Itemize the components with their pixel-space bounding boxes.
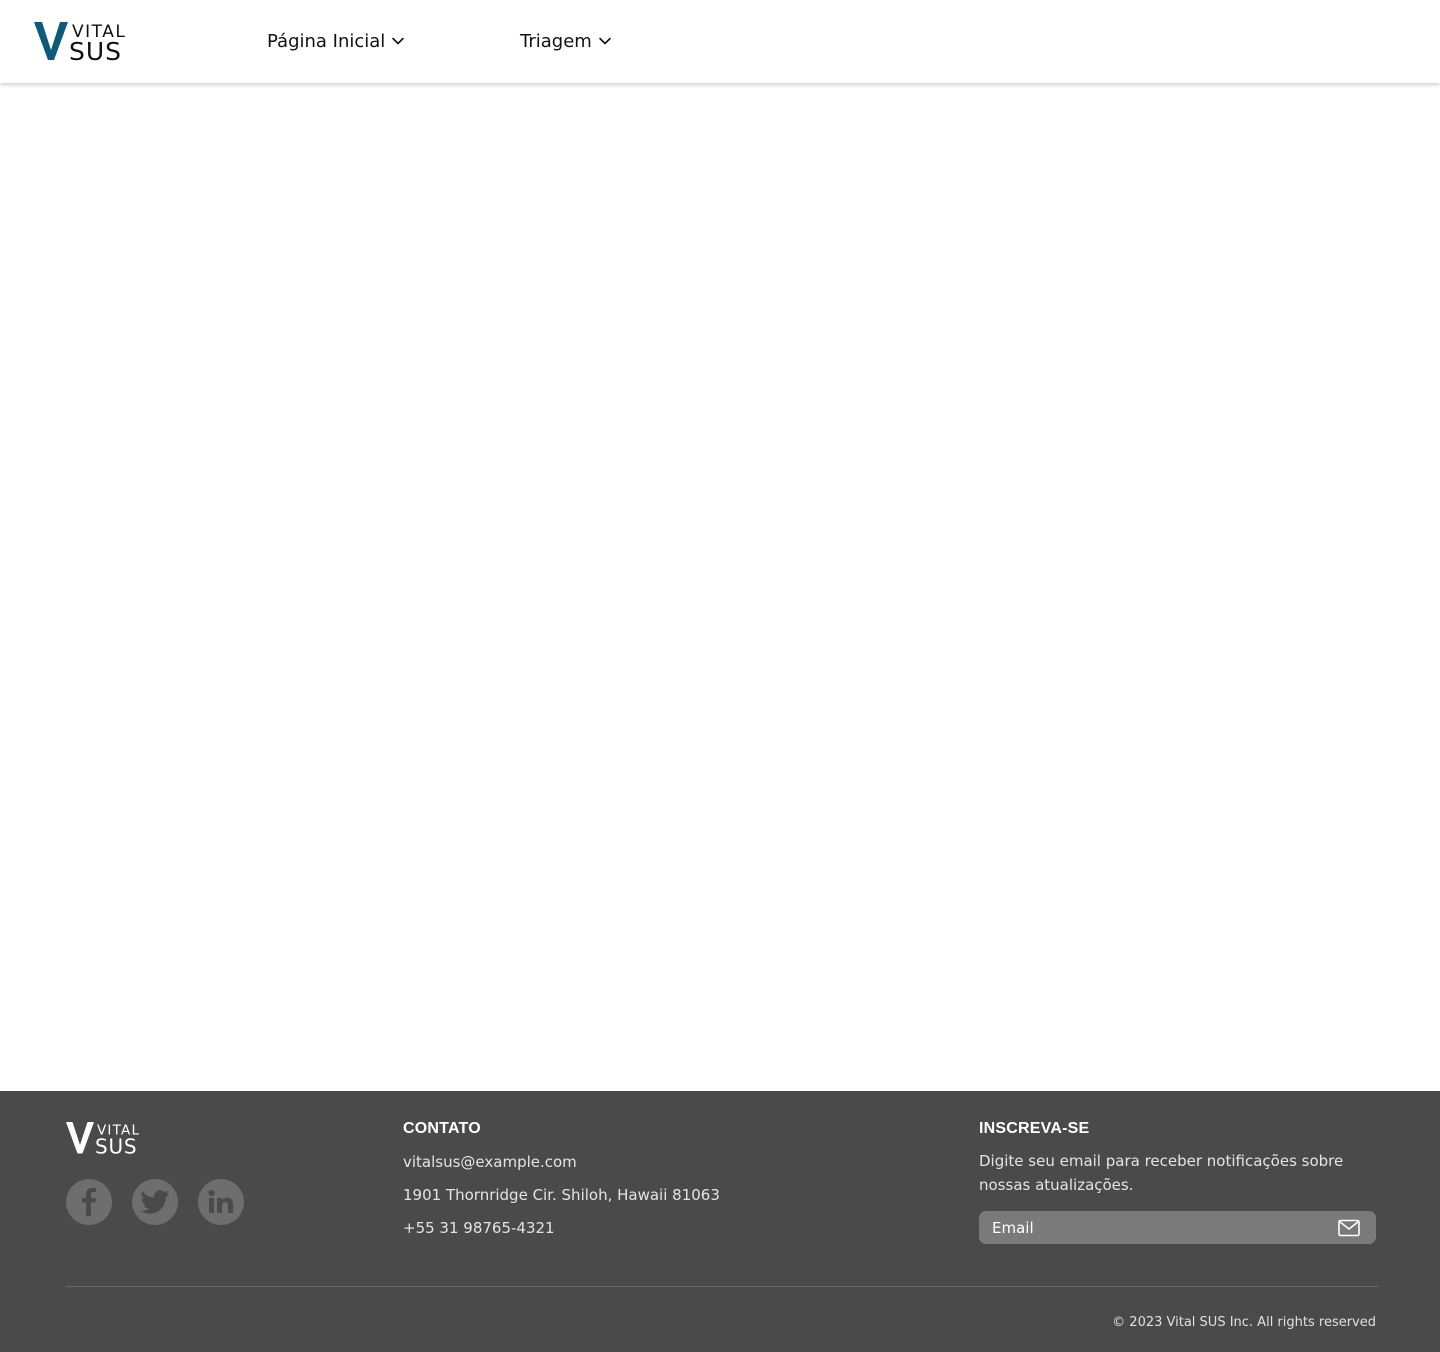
linkedin-button[interactable] [198,1179,244,1225]
chevron-down-icon [392,37,405,45]
footer-logo: VITAL SUS [66,1121,156,1159]
svg-text:SUS: SUS [95,1135,137,1156]
subscribe-form [979,1211,1376,1244]
facebook-button[interactable] [66,1179,112,1225]
contact-email[interactable]: vitalsus@example.com [403,1153,577,1171]
nav-home-dropdown[interactable]: Página Inicial [267,28,405,54]
main-content [0,83,1440,1091]
contact-title: CONTATO [403,1120,481,1137]
nav-triage-dropdown[interactable]: Triagem [520,28,612,54]
nav-home-label: Página Inicial [267,30,386,52]
footer-divider [66,1286,1378,1287]
vital-sus-logo[interactable]: VITAL SUS [34,20,144,66]
twitter-button[interactable] [132,1179,178,1225]
social-links [66,1179,244,1225]
top-navbar: VITAL SUS Página Inicial Triagem [0,0,1440,83]
facebook-icon [82,1188,96,1216]
footer: VITAL SUS CONTATO vitalsus@example.com 1… [0,1091,1440,1352]
twitter-icon [141,1190,169,1214]
mail-icon[interactable] [1338,1219,1360,1237]
subscribe-title: INSCREVA-SE [979,1120,1090,1137]
subscribe-description: Digite seu email para receber notificaçõ… [979,1152,1344,1194]
nav-triage-label: Triagem [520,30,592,52]
contact-address: 1901 Thornridge Cir. Shiloh, Hawaii 8106… [403,1186,720,1204]
svg-text:SUS: SUS [69,37,122,62]
copyright-text: © 2023 Vital SUS Inc. All rights reserve… [1112,1315,1376,1330]
linkedin-icon [208,1190,233,1213]
subscribe-email-input[interactable] [979,1211,1319,1244]
contact-phone[interactable]: +55 31 98765-4321 [403,1219,555,1237]
chevron-down-icon [599,37,611,45]
